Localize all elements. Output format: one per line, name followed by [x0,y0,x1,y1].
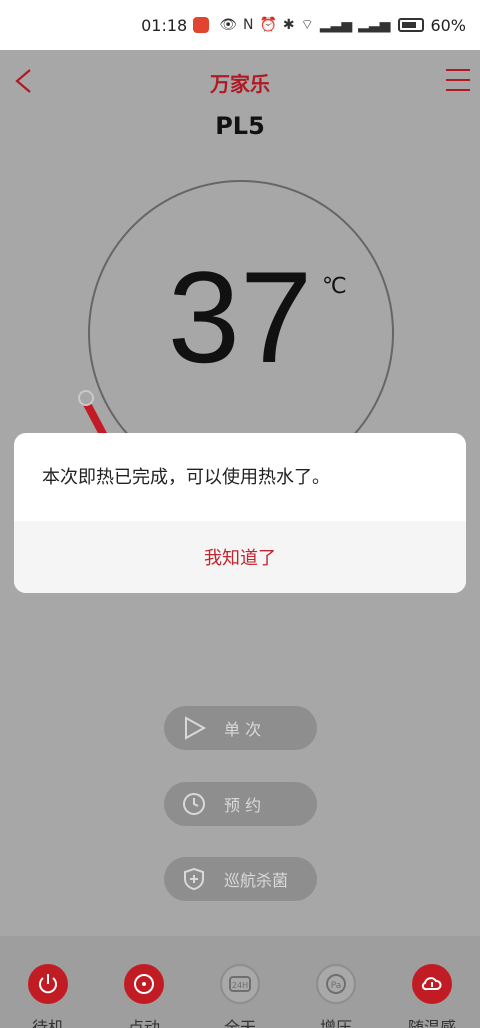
device-name: PL5 [215,112,265,140]
status-bar: 01:18 👁 N ⏰ ✱ ⌔ ▂▃▅ ▂▃▅ 60% [0,0,480,50]
nfc-icon: N [242,17,254,33]
app-badge-icon [193,17,210,33]
mode-cruise-sterilize-button[interactable]: 巡航杀菌 [164,857,317,901]
mode-single-button[interactable]: 单 次 [164,706,317,750]
brand-logo: 万家乐 [210,72,270,96]
status-icons: 👁 N ⏰ ✱ ⌔ ▂▃▅ ▂▃▅ [219,16,390,34]
nav-standby-label: 待机 [31,1018,64,1028]
menu-icon [446,69,470,91]
shield-plus-icon [184,867,204,891]
eye-icon: 👁 [219,17,237,33]
nav-jog-label: 点动 [127,1018,160,1028]
battery-icon [398,18,425,32]
mode-schedule-button[interactable]: 预 约 [164,782,317,826]
nav-standby[interactable]: 待机 [0,964,96,1028]
nav-boost[interactable]: Pa 增压 [288,964,384,1028]
wifi-icon: ⌔ [300,17,314,33]
battery-percent: 60% [430,15,466,35]
temperature-unit: ℃ [322,274,347,299]
svg-text:24H: 24H [232,981,248,990]
clock-icon [183,793,205,815]
nav-boost-label: 增压 [319,1018,352,1028]
signal-4g-icon: ▂▃▅ [319,17,353,33]
24h-icon: 24H [220,964,260,1004]
bottom-nav: 待机 点动 24H 全天 Pa 增压 随温感 [0,936,480,1028]
temperature-value: 37 [167,244,313,390]
dialog-message: 本次即热已完成，可以使用热水了。 [42,467,330,488]
cloud-thermometer-icon [412,964,452,1004]
dial-knob[interactable] [78,390,94,406]
mode-single-label: 单 次 [224,720,262,739]
notice-dialog: 本次即热已完成，可以使用热水了。 我知道了 [14,433,466,593]
mode-schedule-label: 预 约 [224,796,262,815]
status-time: 01:18 [141,15,188,35]
nav-temp-sense[interactable]: 随温感 [384,964,480,1028]
svg-text:Pa: Pa [331,981,342,991]
menu-button[interactable] [444,66,472,94]
pressure-icon: Pa [316,964,356,1004]
nav-jog[interactable]: 点动 [96,964,192,1028]
app-bar: 万家乐 [0,50,480,114]
dialog-ok-button[interactable]: 我知道了 [14,521,466,593]
nav-temp-sense-label: 随温感 [407,1018,456,1028]
jog-icon [124,964,164,1004]
alarm-icon: ⏰ [259,17,277,33]
mode-cruise-sterilize-label: 巡航杀菌 [224,871,289,890]
power-icon [28,964,68,1004]
bluetooth-icon: ✱ [282,17,295,33]
signal-5g-icon: ▂▃▅ [358,17,391,33]
nav-all-day[interactable]: 24H 全天 [192,964,288,1028]
nav-all-day-label: 全天 [223,1018,256,1028]
play-icon [185,716,206,740]
